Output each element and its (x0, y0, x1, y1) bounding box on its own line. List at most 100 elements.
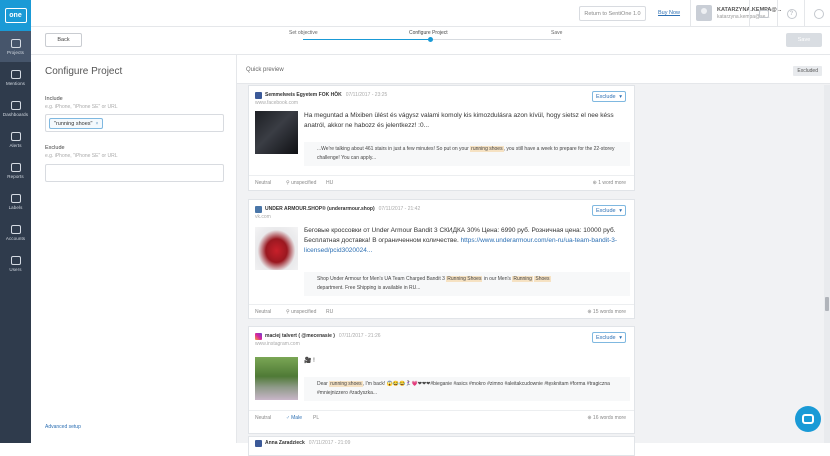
exclude-dropdown-label: Exclude (596, 334, 616, 341)
reports-icon (10, 162, 21, 172)
sidebar-item-reports[interactable]: Reports (0, 155, 31, 186)
alerts-icon (10, 131, 21, 141)
source-name: Anna Zaradzieck (265, 440, 305, 446)
sidebar-item-users[interactable]: Users (0, 248, 31, 279)
keyword-chip[interactable]: "running shoes" × (49, 118, 104, 129)
gender-label[interactable]: ⚲ unspecified (286, 180, 316, 186)
source-name: UNDER ARMOUR.SHOP® (underarmour.shop) (265, 206, 375, 212)
chat-icon (802, 414, 814, 424)
language-label: HU (326, 180, 334, 186)
snippet-text: ...We're talking about 461 stairs in jus… (317, 146, 471, 152)
preview-area: Quick preview Excluded Semmelweis Egyete… (237, 55, 830, 456)
mention-source[interactable]: Semmelweis Egyetem FOK HÖK 07/11/2017 - 2… (265, 92, 387, 98)
sidebar-item-accounts[interactable]: Accounts (0, 217, 31, 248)
gender-label[interactable]: ⚲ unspecified (286, 309, 316, 315)
keyword-highlight: Running Shoes (446, 276, 483, 282)
card-footer: Neutral ♂ Male PL ⊕ 16 words more (249, 410, 634, 425)
language-label: PL (313, 415, 320, 421)
return-to-sentione-button[interactable]: Return to SentiOne 1.0 (579, 6, 646, 21)
accounts-icon (10, 224, 21, 234)
mention-source[interactable]: maciej talvert ( @mecenasie ) 07/11/2017 … (265, 333, 381, 339)
excluded-tab[interactable]: Excluded (793, 66, 822, 76)
labels-icon (10, 193, 21, 203)
include-input[interactable]: "running shoes" × (45, 114, 224, 132)
sidebar-item-labels[interactable]: Labels (0, 186, 31, 217)
sidebar-item-label: Projects (6, 49, 25, 55)
mention-date: 07/11/2017 - 23:25 (345, 92, 388, 98)
sidebar-item-alerts[interactable]: Alerts (0, 124, 31, 155)
mention-source[interactable]: UNDER ARMOUR.SHOP® (underarmour.shop) 07/… (265, 206, 420, 212)
sentiment-label[interactable]: Neutral (255, 180, 271, 186)
step-save[interactable]: Save (551, 30, 562, 36)
keyword-highlight: Shoes (534, 276, 551, 282)
sidebar-item-mentions[interactable]: Mentions (0, 62, 31, 93)
preview-header: Quick preview Excluded (237, 55, 830, 84)
post-snippet: ...We're talking about 461 stairs in jus… (304, 142, 630, 166)
keyword-highlight: running shoes (329, 381, 363, 387)
help-button[interactable]: ? (777, 0, 805, 27)
snippet-text: Shop Under Armour for Men's UA Team Char… (317, 276, 447, 282)
help-icon: ? (786, 8, 797, 19)
language-label: RU (326, 309, 334, 315)
advanced-setup-link[interactable]: Advanced setup (45, 424, 81, 430)
current-step-dot (428, 37, 433, 42)
post-text: Беговые кроссовки от Under Armour Bandit… (304, 226, 629, 256)
page-title: Configure Project (45, 66, 123, 77)
sidebar-item-label: Accounts (5, 235, 26, 241)
exclude-dropdown[interactable]: Exclude ▾ (592, 205, 626, 216)
power-button[interactable] (804, 0, 830, 27)
sidebar-item-label: Labels (8, 204, 23, 210)
more-words[interactable]: ⊕ 16 words more (587, 415, 626, 421)
inbox-icon (758, 9, 769, 18)
exclude-dropdown[interactable]: Exclude ▾ (592, 332, 626, 343)
divider (690, 0, 691, 27)
remove-chip-icon[interactable]: × (95, 121, 98, 127)
post-image (255, 227, 298, 270)
step-set-objective[interactable]: Set objective (289, 30, 318, 36)
mentions-icon (10, 69, 21, 79)
buy-now-link[interactable]: Buy Now (658, 10, 680, 16)
keyword-chip-label: "running shoes" (54, 120, 93, 127)
instagram-icon (255, 333, 262, 340)
snippet-text: department. Free Shipping is available i… (317, 285, 421, 291)
exclude-hint: e.g. iPhone, "iPhone SE" or URL (45, 153, 118, 159)
more-words[interactable]: ⊕ 1 word more (593, 180, 626, 186)
include-hint: e.g. iPhone, "iPhone SE" or URL (45, 104, 118, 110)
scrollbar-thumb[interactable] (825, 297, 829, 311)
chevron-down-icon: ▾ (619, 334, 622, 341)
step-configure-project[interactable]: Configure Project (409, 30, 448, 36)
inbox-button[interactable] (749, 0, 777, 27)
sentiment-label[interactable]: Neutral (255, 415, 271, 421)
sidebar-item-label: Alerts (9, 142, 22, 148)
exclude-label: Exclude (45, 145, 65, 151)
sentiment-label[interactable]: Neutral (255, 309, 271, 315)
users-icon (10, 255, 21, 265)
app-logo[interactable]: one (0, 0, 31, 31)
step-remaining-line (431, 39, 561, 40)
card-footer: Neutral ⚲ unspecified HU ⊕ 1 word more (249, 175, 634, 190)
chat-button[interactable] (795, 406, 821, 432)
sidebar-item-dashboards[interactable]: Dashboards (0, 93, 31, 124)
mention-date: 07/11/2017 - 21:26 (338, 333, 381, 339)
mention-source[interactable]: Anna Zaradzieck 07/11/2017 - 21:09 (265, 440, 350, 446)
post-text: Ha meguntad a Mixiben ülést és vágysz va… (304, 112, 614, 129)
exclude-dropdown[interactable]: Exclude ▾ (592, 91, 626, 102)
back-button[interactable]: Back (45, 33, 82, 47)
mention-card: maciej talvert ( @mecenasie ) 07/11/2017 … (248, 326, 635, 434)
facebook-icon (255, 440, 262, 447)
preview-title: Quick preview (246, 67, 284, 73)
mention-date: 07/11/2017 - 21:42 (378, 206, 421, 212)
save-button[interactable]: Save (786, 33, 822, 47)
avatar[interactable] (696, 5, 712, 21)
projects-icon (10, 38, 21, 48)
preview-scrollbar[interactable] (824, 85, 830, 443)
more-words-label: 16 words more (592, 415, 626, 421)
sidebar-item-projects[interactable]: Projects (0, 31, 31, 62)
more-words[interactable]: ⊕ 15 words more (587, 309, 626, 315)
keyword-highlight: Running (512, 276, 533, 282)
post-image (255, 357, 298, 400)
exclude-input[interactable] (45, 164, 224, 182)
source-name: Semmelweis Egyetem FOK HÖK (265, 92, 342, 98)
gender-label[interactable]: ♂ Male (286, 415, 302, 421)
source-name: maciej talvert ( @mecenasie ) (265, 333, 335, 339)
